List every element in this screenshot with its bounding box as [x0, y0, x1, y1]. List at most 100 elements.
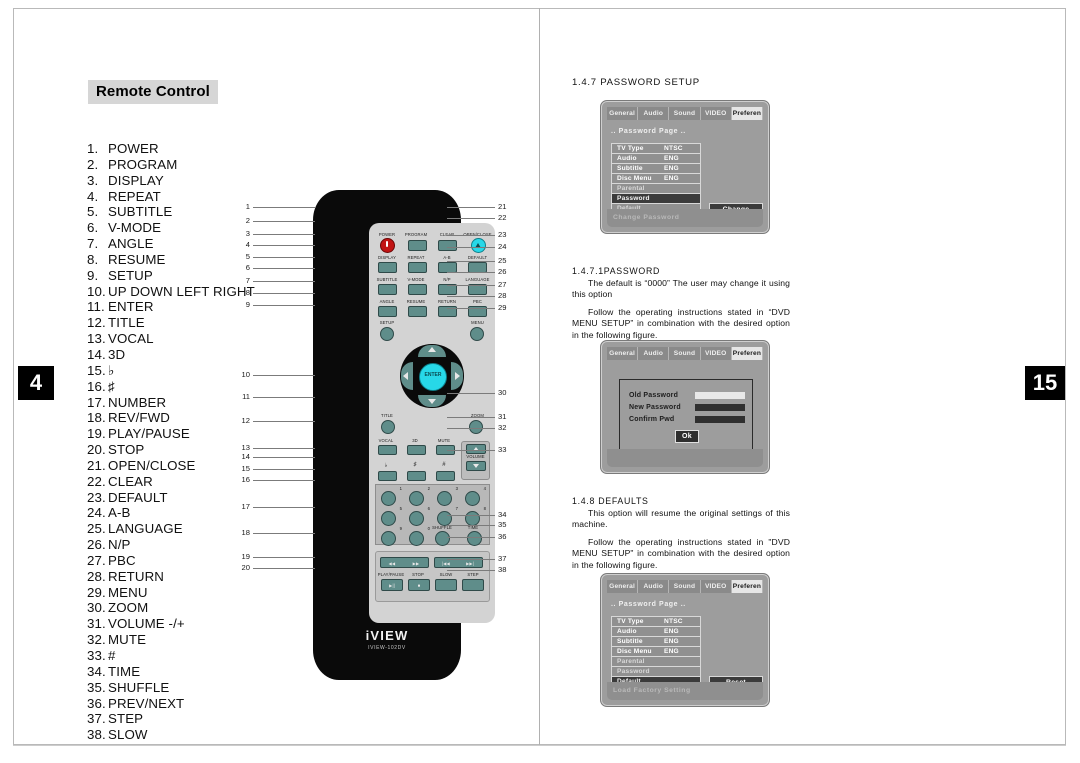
clear-button[interactable] [438, 240, 457, 251]
osd-tab-general[interactable]: General [607, 580, 639, 593]
ok-button[interactable]: Ok [675, 430, 699, 443]
digit-5-button[interactable] [381, 511, 396, 526]
program-button[interactable] [408, 240, 427, 251]
display-button[interactable] [378, 262, 397, 273]
osd-tab-sound[interactable]: Sound [669, 347, 701, 360]
volume-control-plate: VOLUME [461, 441, 490, 480]
button-list-item-label: RETURN [108, 568, 165, 584]
callout-number: 36 [498, 532, 507, 541]
osd-figure-password-dialog: General Audio Sound VIDEO Preferen Old Passw… [600, 340, 770, 474]
sharp-button[interactable] [407, 471, 426, 481]
3d-button[interactable] [407, 445, 426, 455]
osd-row-parental[interactable]: Parental [612, 657, 700, 667]
osd-tab-preferen[interactable]: Preferen [731, 107, 764, 120]
key-label-menu: MENU [471, 320, 484, 325]
key-label-3: 3 [455, 486, 458, 491]
callout-number: 11 [242, 392, 250, 401]
osd-tab-bar: General Audio Sound VIDEO Preferen [607, 347, 764, 360]
angle-button[interactable] [378, 306, 397, 317]
digit-6-button[interactable] [409, 511, 424, 526]
osd-tab-audio[interactable]: Audio [638, 107, 670, 120]
slow-button[interactable] [435, 579, 457, 591]
open-close-button[interactable] [471, 238, 486, 253]
callout-line [447, 525, 495, 526]
vmode-button[interactable] [408, 284, 427, 295]
callout-number: 23 [498, 230, 507, 239]
password-body-text: The default is “0000” The user may chang… [572, 278, 790, 347]
osd-row-disc-menu[interactable]: Disc Menu ENG [612, 174, 700, 184]
new-password-input[interactable] [695, 404, 745, 411]
defaults-body-text: This option will resume the original set… [572, 508, 790, 577]
osd-row-audio[interactable]: Audio ENG [612, 154, 700, 164]
callout-number: 19 [241, 552, 250, 561]
key-label-title: TITLE [381, 413, 393, 418]
osd-row-label: Audio [617, 155, 637, 162]
osd-row-tv-type[interactable]: TV Type NTSC [612, 144, 700, 154]
callout-number: 22 [498, 213, 507, 222]
osd-row-label: Subtitle [617, 638, 643, 645]
osd-settings-list: TV Type NTSC Audio ENG Subtitle ENG Disc Menu E… [611, 143, 701, 215]
osd-tab-audio[interactable]: Audio [638, 347, 670, 360]
osd-row-password[interactable]: Password [612, 194, 700, 204]
hash-button[interactable] [436, 471, 455, 481]
osd-row-audio[interactable]: Audio ENG [612, 627, 700, 637]
osd-tab-sound[interactable]: Sound [669, 580, 701, 593]
dpad[interactable]: ENTER [400, 344, 464, 408]
digit-0-button[interactable] [409, 531, 424, 546]
osd-tab-video[interactable]: VIDEO [700, 580, 732, 593]
button-list-item-label: ♯ [108, 378, 115, 394]
play-pause-button[interactable]: ▶|| [381, 579, 403, 591]
page-title: Remote Control [88, 80, 218, 104]
subtitle-button[interactable] [378, 284, 397, 295]
osd-tab-video[interactable]: VIDEO [700, 347, 732, 360]
osd-tab-audio[interactable]: Audio [638, 580, 670, 593]
button-list-item-label: POWER [108, 141, 159, 156]
digit-9-button[interactable] [381, 531, 396, 546]
confirm-password-input[interactable] [695, 416, 745, 423]
volume-up-button[interactable] [466, 444, 486, 454]
time-button[interactable] [467, 531, 482, 546]
setup-button[interactable] [380, 327, 394, 341]
resume-button[interactable] [408, 306, 427, 317]
key-label-program: PROGRAM [404, 232, 428, 237]
osd-row-value: ENG [664, 628, 679, 635]
osd-tab-general[interactable]: General [607, 347, 639, 360]
digit-2-button[interactable] [409, 491, 424, 506]
key-label-language: LANGUAGE [465, 277, 490, 282]
power-button[interactable] [380, 238, 395, 253]
zoom-button[interactable] [469, 420, 483, 434]
osd-tab-general[interactable]: General [607, 107, 639, 120]
repeat-button[interactable] [408, 262, 427, 273]
digit-1-button[interactable] [381, 491, 396, 506]
callout-line [447, 261, 495, 262]
flat-button[interactable] [378, 471, 397, 481]
rev-fwd-button[interactable]: ◀◀ ▶▶ [380, 557, 429, 568]
digit-7-button[interactable] [437, 511, 452, 526]
digit-3-button[interactable] [437, 491, 452, 506]
osd-tab-preferen[interactable]: Preferen [731, 580, 764, 593]
vocal-button[interactable] [378, 445, 397, 455]
step-button[interactable] [462, 579, 484, 591]
volume-down-button[interactable] [466, 461, 486, 471]
osd-row-parental[interactable]: Parental [612, 184, 700, 194]
button-list-item-label: PBC [108, 552, 136, 568]
osd-row-subtitle[interactable]: Subtitle ENG [612, 164, 700, 174]
osd-row-subtitle[interactable]: Subtitle ENG [612, 637, 700, 647]
osd-row-password[interactable]: Password [612, 667, 700, 677]
digit-4-button[interactable] [465, 491, 480, 506]
enter-button[interactable]: ENTER [419, 363, 447, 391]
osd-row-tv-type[interactable]: TV Type NTSC [612, 617, 700, 627]
shuffle-button[interactable] [435, 531, 450, 546]
title-button[interactable] [381, 420, 395, 434]
digit-8-button[interactable] [465, 511, 480, 526]
old-password-input[interactable] [695, 392, 745, 399]
osd-footer [607, 449, 763, 467]
osd-tab-preferen[interactable]: Preferen [731, 347, 764, 360]
button-list-item-label: ANGLE [108, 236, 154, 252]
osd-tab-video[interactable]: VIDEO [700, 107, 732, 120]
callout-number: 28 [498, 291, 507, 300]
stop-button[interactable]: ■ [408, 579, 430, 591]
osd-tab-sound[interactable]: Sound [669, 107, 701, 120]
menu-button[interactable] [470, 327, 484, 341]
osd-row-disc-menu[interactable]: Disc Menu ENG [612, 647, 700, 657]
